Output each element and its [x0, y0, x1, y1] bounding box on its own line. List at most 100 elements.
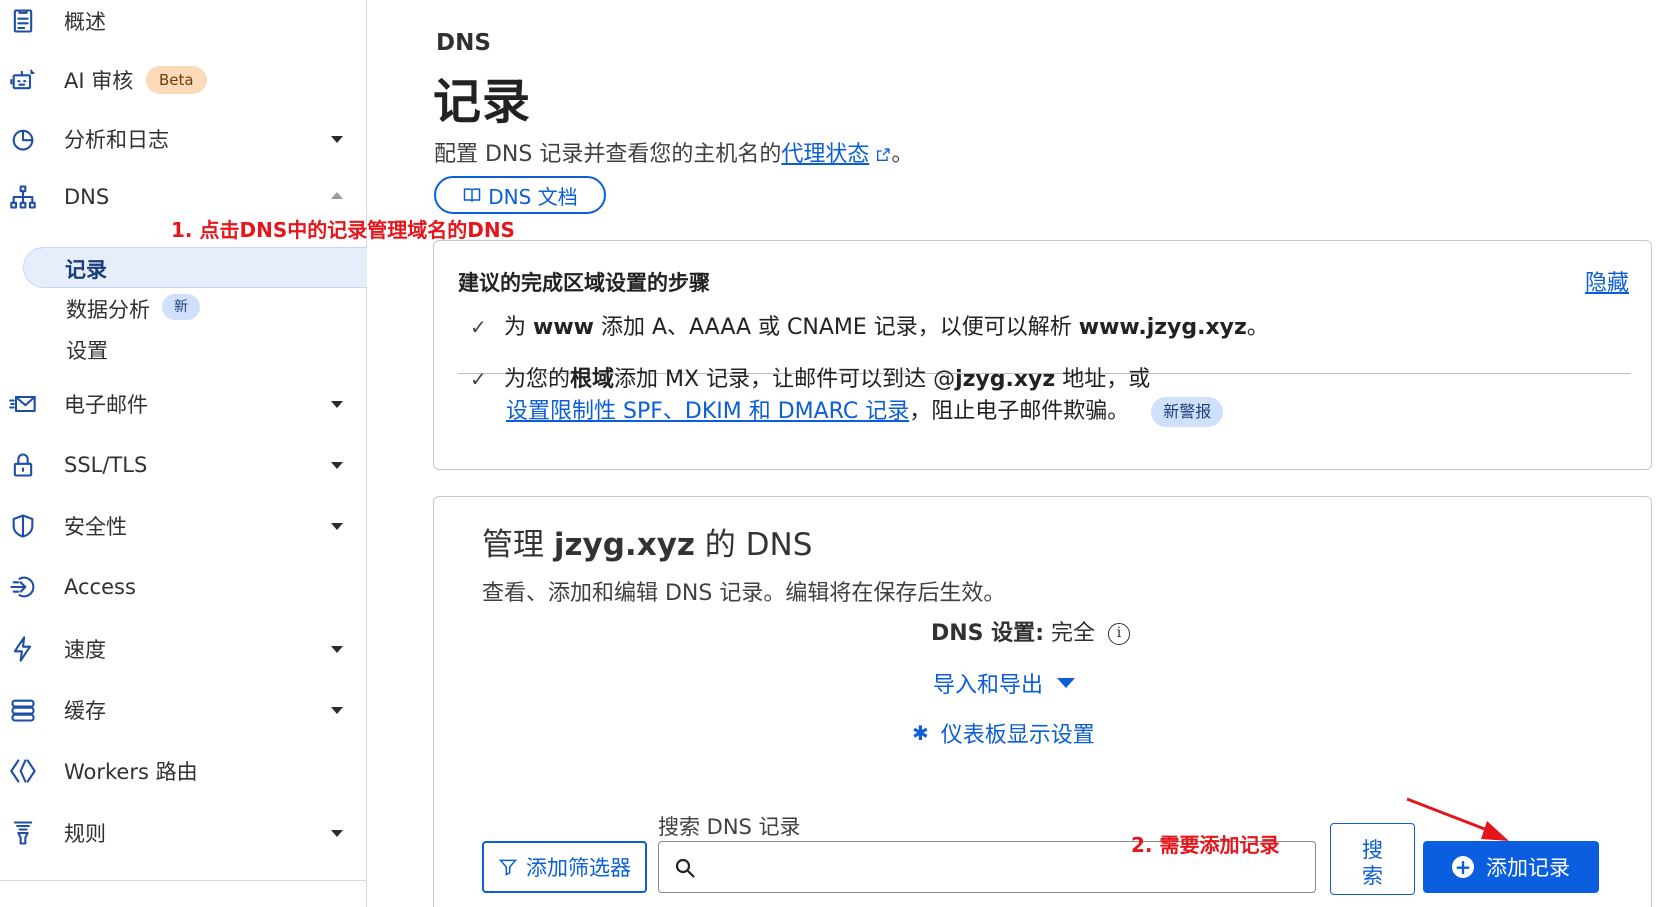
chevron-down-icon: [331, 830, 343, 837]
dns-setting-value: 完全: [1051, 621, 1096, 646]
new-badge: 新: [162, 294, 200, 320]
dns-network-icon: [8, 182, 38, 212]
title-text: 的 DNS: [694, 527, 813, 563]
book-icon: [464, 188, 481, 202]
manage-dns-title: 管理 jzyg.xyz 的 DNS: [482, 519, 812, 564]
chevron-down-icon: [331, 401, 343, 408]
setup-steps-card: 建议的完成区域设置的步骤 隐藏 ✓ 为 www 添加 A、AAAA 或 CNAME…: [433, 240, 1652, 470]
manage-dns-card: 管理 jzyg.xyz 的 DNS 查看、添加和编辑 DNS 记录。编辑将在保存…: [433, 496, 1652, 907]
sidebar-item-analytics[interactable]: 分析和日志: [0, 114, 366, 164]
sidebar-item-rules[interactable]: 规则: [0, 808, 366, 858]
step-text: 添加 MX 记录，让邮件可以到达 @: [614, 367, 956, 392]
sidebar-item-label: 速度: [64, 638, 106, 662]
filter-icon: [498, 859, 518, 876]
info-icon[interactable]: i: [1108, 623, 1131, 645]
sidebar-divider: [0, 880, 367, 881]
step-text: 为: [504, 315, 533, 340]
search-button[interactable]: 搜 索: [1330, 823, 1415, 895]
sidebar-subitem-label: 设置: [66, 339, 108, 363]
checkmark-icon: ✓: [470, 367, 487, 391]
sidebar-item-label: 概述: [64, 10, 106, 34]
step-bold: 根域: [570, 367, 615, 392]
sidebar-item-overview[interactable]: 概述: [0, 0, 366, 46]
shield-icon: [8, 511, 38, 541]
add-filter-button[interactable]: 添加筛选器: [482, 841, 647, 893]
access-icon: [8, 572, 38, 602]
chevron-down-icon: [331, 523, 343, 530]
search-button-label: 搜: [1362, 838, 1383, 862]
dns-setting-colon: :: [1035, 621, 1044, 646]
chevron-down-icon: [331, 462, 343, 469]
email-icon: [8, 389, 38, 419]
step-text: 地址，或: [1055, 367, 1151, 392]
sidebar-item-label: 电子邮件: [64, 393, 148, 417]
chart-pie-icon: [8, 124, 38, 154]
sidebar-subitem-label: 数据分析: [66, 298, 150, 322]
sidebar-item-label: DNS: [64, 185, 110, 209]
dashboard-display-settings[interactable]: ✱ 仪表板显示设置: [912, 717, 1095, 749]
step-bold: www: [533, 315, 594, 340]
dns-docs-button[interactable]: DNS 文档: [434, 176, 606, 214]
sidebar-item-label: Access: [64, 575, 136, 599]
annotation-step2: 2. 需要添加记录: [1131, 833, 1280, 857]
sidebar-item-access[interactable]: Access: [0, 562, 366, 612]
lock-icon: [8, 450, 38, 480]
spf-dkim-dmarc-link[interactable]: 设置限制性 SPF、DKIM 和 DMARC 记录: [506, 399, 909, 424]
steps-title: 建议的完成区域设置的步骤: [458, 271, 710, 295]
main-content: DNS 记录 配置 DNS 记录并查看您的主机名的代理状态。 DNS 文档 建议…: [367, 0, 1680, 907]
caret-down-icon: [1057, 678, 1076, 688]
step-bold: jzyg.xyz: [955, 367, 1056, 392]
external-link-icon: [877, 148, 891, 161]
clipboard-icon: [8, 6, 38, 36]
page-eyebrow: DNS: [436, 30, 491, 56]
hide-link[interactable]: 隐藏: [1585, 265, 1629, 297]
chevron-down-icon: [331, 136, 343, 143]
sidebar-item-security[interactable]: 安全性: [0, 501, 366, 551]
sidebar-item-label: 分析和日志: [64, 128, 169, 152]
lightning-icon: [8, 634, 38, 664]
sidebar-subitem-settings[interactable]: 设置: [66, 335, 108, 365]
add-record-label: 添加记录: [1486, 856, 1570, 880]
sidebar-item-label: 安全性: [64, 515, 127, 539]
sidebar-item-ssl-tls[interactable]: SSL/TLS: [0, 440, 366, 490]
search-icon: [675, 858, 695, 878]
domain-name: jzyg.xyz: [553, 527, 695, 563]
proxy-status-link[interactable]: 代理状态: [781, 142, 869, 167]
sidebar-item-ai-review[interactable]: AI 审核 Beta: [0, 55, 366, 105]
step-www-record: ✓ 为 www 添加 A、AAAA 或 CNAME 记录，以便可以解析 www.j…: [470, 309, 1269, 341]
sidebar-item-label: 缓存: [64, 699, 106, 723]
workers-icon: [8, 756, 38, 786]
import-export-label: 导入和导出: [933, 673, 1044, 698]
sidebar-item-label: SSL/TLS: [64, 453, 148, 477]
sidebar-item-label: 规则: [64, 822, 106, 846]
manage-dns-description: 查看、添加和编辑 DNS 记录。编辑将在保存后生效。: [482, 581, 1006, 606]
sidebar-item-email[interactable]: 电子邮件: [0, 379, 366, 429]
sidebar-item-speed[interactable]: 速度: [0, 624, 366, 674]
step-text: ，阻止电子邮件欺骗。: [909, 399, 1130, 424]
chevron-down-icon: [331, 707, 343, 714]
sidebar: 概述 AI 审核 Beta 分析和日志 DNS 记录 数据分析 新 设置 电子邮…: [0, 0, 367, 907]
sidebar-subitem-data-analysis[interactable]: 数据分析: [66, 294, 150, 324]
step-text: 为您的: [504, 367, 571, 392]
add-record-button[interactable]: + 添加记录: [1423, 841, 1599, 893]
intro-end: 。: [891, 142, 914, 167]
red-arrow-annotation: [1406, 797, 1509, 841]
dns-setting: DNS 设置: 完全 i: [931, 615, 1131, 647]
plus-circle-icon: +: [1452, 856, 1474, 878]
step-bold: www.jzyg.xyz: [1078, 315, 1247, 340]
search-label: 搜索 DNS 记录: [658, 815, 801, 839]
import-export-dropdown[interactable]: 导入和导出: [933, 667, 1076, 699]
search-button-label: 索: [1362, 864, 1383, 888]
dns-setting-label: DNS 设置: [931, 621, 1036, 646]
sidebar-subitem-records[interactable]: 记录: [23, 247, 367, 288]
step-mx-record: ✓ 为您的根域添加 MX 记录，让邮件可以到达 @jzyg.xyz 地址，或: [470, 361, 1150, 393]
step-text: 添加 A、AAAA 或 CNAME 记录，以便可以解析: [593, 315, 1079, 340]
beta-badge: Beta: [146, 66, 207, 94]
sidebar-item-cache[interactable]: 缓存: [0, 685, 366, 735]
page-intro: 配置 DNS 记录并查看您的主机名的代理状态。: [434, 136, 913, 168]
sidebar-item-label: AI 审核: [64, 69, 134, 93]
sidebar-item-workers-routes[interactable]: Workers 路由: [0, 746, 366, 796]
step-mx-record-line2: 设置限制性 SPF、DKIM 和 DMARC 记录，阻止电子邮件欺骗。 新警报: [506, 393, 1224, 427]
intro-text: 配置 DNS 记录并查看您的主机名的: [434, 142, 782, 167]
sidebar-subitem-label: 记录: [65, 258, 107, 282]
